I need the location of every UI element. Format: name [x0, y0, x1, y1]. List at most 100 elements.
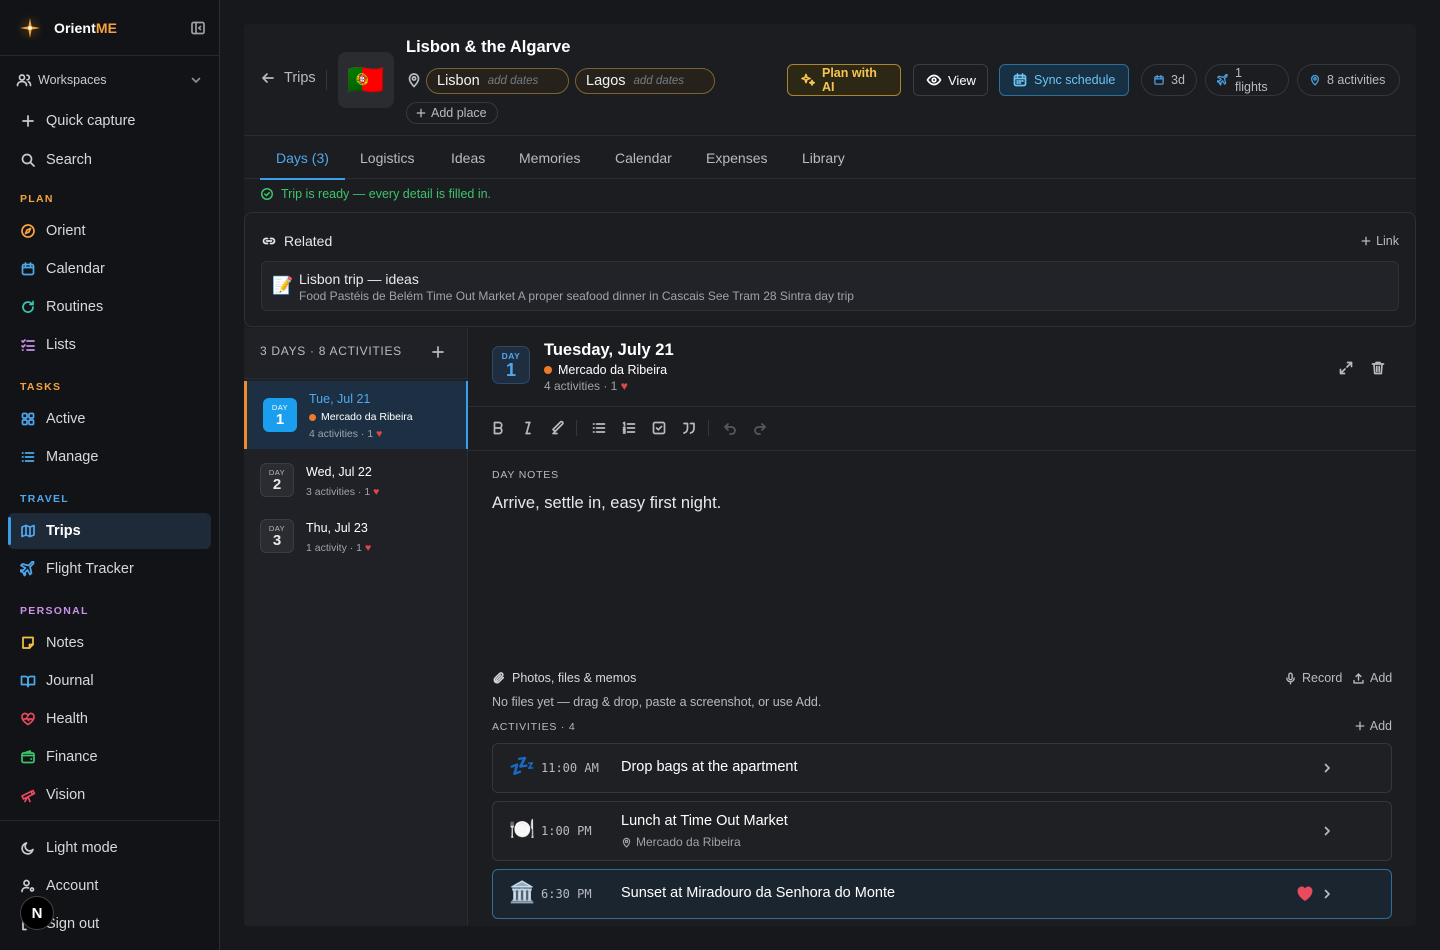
add-activity-button[interactable]: Add	[1354, 719, 1392, 733]
sidebar-item-finance[interactable]: Finance	[8, 739, 211, 775]
day-badge: DAY 2	[260, 463, 294, 497]
activity-name: Lunch at Time Out Market	[621, 813, 788, 829]
record-button[interactable]: Record	[1284, 671, 1342, 685]
sidebar-item-vision[interactable]: Vision	[8, 777, 211, 813]
files-empty-state: No files yet — drag & drop, paste a scre…	[492, 695, 822, 709]
day-name: Tue, Jul 21	[309, 392, 371, 406]
light-mode-toggle[interactable]: Light mode	[8, 830, 211, 866]
sidebar-divider	[0, 820, 219, 821]
tab-library[interactable]: Library	[786, 136, 861, 179]
related-note-title: Lisbon trip — ideas	[299, 271, 419, 287]
day-detail-title: Tuesday, July 21	[544, 341, 674, 359]
sleep-icon: 💤	[509, 755, 536, 778]
day-meta: 3 activities · 1 ♥	[306, 486, 380, 498]
tab-calendar[interactable]: Calendar	[599, 136, 688, 179]
sidebar-item-calendar[interactable]: Calendar	[8, 251, 211, 287]
activity-time: 11:00 AM	[541, 761, 599, 775]
expand-icon[interactable]	[1338, 360, 1354, 376]
sidebar-item-lists[interactable]: Lists	[8, 327, 211, 363]
days-pill[interactable]: 3d	[1141, 64, 1197, 96]
day-detail-badge: DAY 1	[492, 346, 530, 384]
activity-row[interactable]: 💤 11:00 AM Drop bags at the apartment	[492, 743, 1392, 793]
flights-pill[interactable]: 1 flights	[1205, 64, 1289, 96]
trip-title[interactable]: Lisbon & the Algarve	[406, 38, 570, 57]
workspace-switcher[interactable]: Workspaces	[16, 70, 204, 90]
back-to-trips-link[interactable]: Trips	[260, 70, 316, 86]
day-item-1[interactable]: DAY 1 Tue, Jul 21 Mercado da Ribeira 4 ac…	[244, 381, 468, 449]
sidebar-item-journal[interactable]: Journal	[8, 663, 211, 699]
trash-icon[interactable]	[1370, 360, 1386, 376]
trip-flag[interactable]: 🇵🇹	[338, 52, 394, 108]
redo-icon[interactable]	[752, 420, 768, 436]
day-meta: 1 activity · 1 ♥	[306, 542, 372, 554]
quick-capture-button[interactable]: Quick capture	[8, 103, 211, 139]
activity-name: Drop bags at the apartment	[621, 759, 798, 775]
sidebar-item-trips[interactable]: Trips	[8, 513, 211, 549]
user-cog-icon	[20, 878, 36, 894]
bold-icon[interactable]	[490, 420, 506, 436]
heart-icon: ♥	[376, 428, 383, 440]
avatar[interactable]: N	[20, 896, 54, 930]
activity-time: 6:30 PM	[541, 887, 592, 901]
day-notes-editor[interactable]: Arrive, settle in, easy first night.	[492, 494, 721, 513]
plan-with-ai-button[interactable]: Plan with AI	[787, 64, 901, 96]
checkbox-icon[interactable]	[651, 420, 667, 436]
sidebar-item-flight-tracker[interactable]: Flight Tracker	[8, 551, 211, 587]
place-chip-lagos[interactable]: Lagos add dates	[575, 68, 715, 94]
section-plan: PLAN	[20, 193, 54, 205]
sidebar-item-health[interactable]: Health	[8, 701, 211, 737]
sidebar-item-manage[interactable]: Manage	[8, 439, 211, 475]
tab-ideas[interactable]: Ideas	[435, 136, 501, 179]
days-list: 3 DAYS · 8 ACTIVITIES DAY 1 Tue, Jul 21 M…	[244, 328, 468, 926]
tab-memories[interactable]: Memories	[503, 136, 596, 179]
day-notes-header: DAY NOTES	[492, 469, 559, 481]
calendar-icon	[1012, 72, 1028, 88]
add-place-button[interactable]: Add place	[406, 102, 498, 124]
highlighter-icon[interactable]	[550, 420, 566, 436]
sidebar-item-orient[interactable]: Orient	[8, 213, 211, 249]
sync-schedule-button[interactable]: Sync schedule	[999, 64, 1129, 96]
numbered-list-icon[interactable]	[621, 420, 637, 436]
workspace-label: Workspaces	[38, 73, 107, 87]
day-name: Thu, Jul 23	[306, 521, 368, 535]
map-pin-icon	[1309, 74, 1321, 86]
tab-expenses[interactable]: Expenses	[690, 136, 783, 179]
chevron-right-icon	[1319, 760, 1335, 776]
related-note-card[interactable]: 📝 Lisbon trip — ideas Food Pastéis de Be…	[261, 261, 1399, 311]
place-chip-lisbon[interactable]: Lisbon add dates	[426, 68, 569, 94]
tab-logistics[interactable]: Logistics	[344, 136, 430, 179]
bullet-list-icon[interactable]	[591, 420, 607, 436]
map-pin-icon	[406, 72, 422, 88]
add-file-button[interactable]: Add	[1352, 671, 1392, 685]
sticky-note-icon	[20, 635, 36, 651]
italic-icon[interactable]	[520, 420, 536, 436]
related-header: Related	[261, 233, 332, 249]
sidebar-divider	[0, 55, 219, 56]
sidebar-item-routines[interactable]: Routines	[8, 289, 211, 325]
sidebar-item-notes[interactable]: Notes	[8, 625, 211, 661]
plus-icon	[415, 107, 427, 119]
favorite-heart-icon[interactable]	[1297, 886, 1313, 902]
sidebar-collapse-icon[interactable]	[190, 20, 206, 36]
undo-icon[interactable]	[722, 420, 738, 436]
add-day-plus-icon[interactable]	[430, 344, 446, 360]
refresh-icon	[20, 299, 36, 315]
add-link-button[interactable]: Link	[1360, 234, 1399, 248]
search-button[interactable]: Search	[8, 142, 211, 178]
view-button[interactable]: View	[913, 64, 988, 96]
list-checks-icon	[20, 337, 36, 353]
days-summary: 3 DAYS · 8 ACTIVITIES	[260, 344, 402, 358]
calendar-icon	[20, 261, 36, 277]
activity-row[interactable]: 🏛️ 6:30 PM Sunset at Miradouro da Senhor…	[492, 869, 1392, 919]
section-personal: PERSONAL	[20, 605, 89, 617]
activity-location: Mercado da Ribeira	[621, 835, 741, 849]
activity-row[interactable]: 🍽️ 1:00 PM Lunch at Time Out Market Merc…	[492, 801, 1392, 861]
activities-pill[interactable]: 8 activities	[1297, 64, 1400, 96]
tab-days[interactable]: Days (3)	[260, 136, 345, 180]
day-item-3[interactable]: DAY 3 Thu, Jul 23 1 activity · 1 ♥	[244, 510, 468, 578]
arrow-left-icon	[260, 70, 276, 86]
sidebar-item-active[interactable]: Active	[8, 401, 211, 437]
quote-icon[interactable]	[681, 420, 697, 436]
header-divider	[326, 70, 327, 90]
day-badge: DAY 1	[263, 398, 297, 432]
